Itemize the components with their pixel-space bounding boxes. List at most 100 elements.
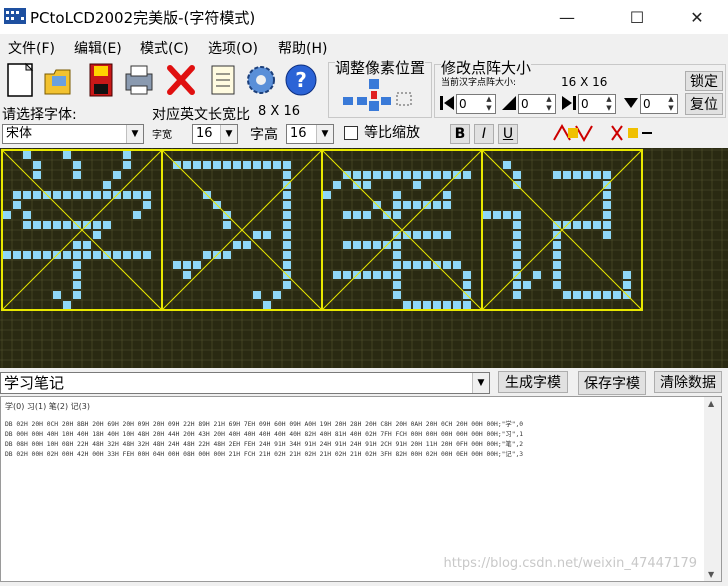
pixel-on[interactable]: [553, 261, 561, 269]
pixel-on[interactable]: [283, 161, 291, 169]
height-select[interactable]: 16 ▼: [286, 124, 334, 144]
save-icon[interactable]: [84, 60, 118, 100]
menu-edit[interactable]: 编辑(E): [74, 38, 122, 58]
pixel-on[interactable]: [443, 191, 451, 199]
pixel-on[interactable]: [603, 201, 611, 209]
pixel-on[interactable]: [363, 181, 371, 189]
pixel-on[interactable]: [393, 281, 401, 289]
pixel-on[interactable]: [123, 191, 131, 199]
pixel-on[interactable]: [283, 281, 291, 289]
pixel-on[interactable]: [83, 241, 91, 249]
pixel-on[interactable]: [433, 171, 441, 179]
pixel-on[interactable]: [533, 271, 541, 279]
pixel-on[interactable]: [433, 201, 441, 209]
spin-bottom[interactable]: 0 ▲ ▼: [640, 94, 678, 114]
pixel-on[interactable]: [513, 241, 521, 249]
pixel-on[interactable]: [443, 301, 451, 309]
pixel-on[interactable]: [413, 301, 421, 309]
pixel-on[interactable]: [333, 271, 341, 279]
pixel-on[interactable]: [283, 191, 291, 199]
pixel-on[interactable]: [73, 261, 81, 269]
pixel-on[interactable]: [23, 251, 31, 259]
pixel-on[interactable]: [353, 171, 361, 179]
font-select[interactable]: 宋体 ▼: [2, 124, 144, 144]
pixel-on[interactable]: [253, 161, 261, 169]
pixel-on[interactable]: [23, 221, 31, 229]
pixel-on[interactable]: [53, 191, 61, 199]
pixel-on[interactable]: [23, 191, 31, 199]
pixel-on[interactable]: [363, 171, 371, 179]
pixel-on[interactable]: [223, 161, 231, 169]
pixel-on[interactable]: [213, 161, 221, 169]
save-font-button[interactable]: 保存字模: [578, 371, 646, 395]
pixel-on[interactable]: [563, 171, 571, 179]
pixel-on[interactable]: [413, 181, 421, 189]
pixel-on[interactable]: [273, 291, 281, 299]
pixel-on[interactable]: [103, 181, 111, 189]
vertical-scrollbar[interactable]: ▲ ▼: [704, 397, 721, 581]
pixel-on[interactable]: [233, 161, 241, 169]
pixel-on[interactable]: [283, 241, 291, 249]
generate-button[interactable]: 生成字模: [498, 371, 568, 393]
pixel-on[interactable]: [343, 241, 351, 249]
pixel-on[interactable]: [503, 161, 511, 169]
pixel-on[interactable]: [563, 291, 571, 299]
pixel-on[interactable]: [513, 171, 521, 179]
pixel-on[interactable]: [243, 241, 251, 249]
pixel-on[interactable]: [413, 231, 421, 239]
pixel-on[interactable]: [463, 301, 471, 309]
pixel-on[interactable]: [133, 211, 141, 219]
pixel-on[interactable]: [63, 221, 71, 229]
pixel-on[interactable]: [403, 301, 411, 309]
pixel-on[interactable]: [203, 251, 211, 259]
spin-right[interactable]: 0 ▲ ▼: [578, 94, 616, 114]
pixel-on[interactable]: [33, 251, 41, 259]
text-input[interactable]: 学习笔记 ▼: [0, 372, 490, 394]
pixel-on[interactable]: [573, 291, 581, 299]
pixel-on[interactable]: [603, 291, 611, 299]
pixel-on[interactable]: [553, 241, 561, 249]
menu-help[interactable]: 帮助(H): [278, 38, 327, 58]
bold-button[interactable]: B: [450, 124, 470, 144]
pixel-on[interactable]: [243, 161, 251, 169]
pixel-on[interactable]: [353, 241, 361, 249]
pixel-on[interactable]: [13, 251, 21, 259]
pixel-on[interactable]: [613, 291, 621, 299]
notepad-icon[interactable]: [206, 60, 240, 100]
pixel-on[interactable]: [173, 261, 181, 269]
pixel-on[interactable]: [413, 171, 421, 179]
pixel-on[interactable]: [93, 191, 101, 199]
rotate-icon[interactable]: [550, 122, 596, 144]
pixel-on[interactable]: [343, 211, 351, 219]
pixel-on[interactable]: [43, 251, 51, 259]
pixel-on[interactable]: [383, 171, 391, 179]
pixel-on[interactable]: [463, 271, 471, 279]
new-file-icon[interactable]: [4, 60, 38, 100]
pixel-on[interactable]: [443, 231, 451, 239]
pixel-on[interactable]: [233, 241, 241, 249]
pixel-on[interactable]: [433, 231, 441, 239]
pixel-on[interactable]: [93, 251, 101, 259]
pixel-on[interactable]: [433, 301, 441, 309]
pixel-on[interactable]: [63, 301, 71, 309]
minimize-button[interactable]: —: [544, 0, 590, 34]
menu-file[interactable]: 文件(F): [8, 38, 55, 58]
pixel-on[interactable]: [393, 291, 401, 299]
pixel-on[interactable]: [183, 261, 191, 269]
pixel-on[interactable]: [623, 281, 631, 289]
pixel-on[interactable]: [363, 241, 371, 249]
pixel-on[interactable]: [223, 251, 231, 259]
pixel-on[interactable]: [183, 271, 191, 279]
pixel-on[interactable]: [83, 251, 91, 259]
pixel-on[interactable]: [283, 251, 291, 259]
pixel-on[interactable]: [553, 171, 561, 179]
pixel-on[interactable]: [393, 191, 401, 199]
pixel-on[interactable]: [103, 221, 111, 229]
shrink-top-icon[interactable]: [500, 94, 518, 112]
pixel-on[interactable]: [513, 231, 521, 239]
pixel-on[interactable]: [113, 171, 121, 179]
pixel-on[interactable]: [283, 261, 291, 269]
pixel-on[interactable]: [263, 231, 271, 239]
pixel-on[interactable]: [33, 191, 41, 199]
pixel-on[interactable]: [493, 211, 501, 219]
